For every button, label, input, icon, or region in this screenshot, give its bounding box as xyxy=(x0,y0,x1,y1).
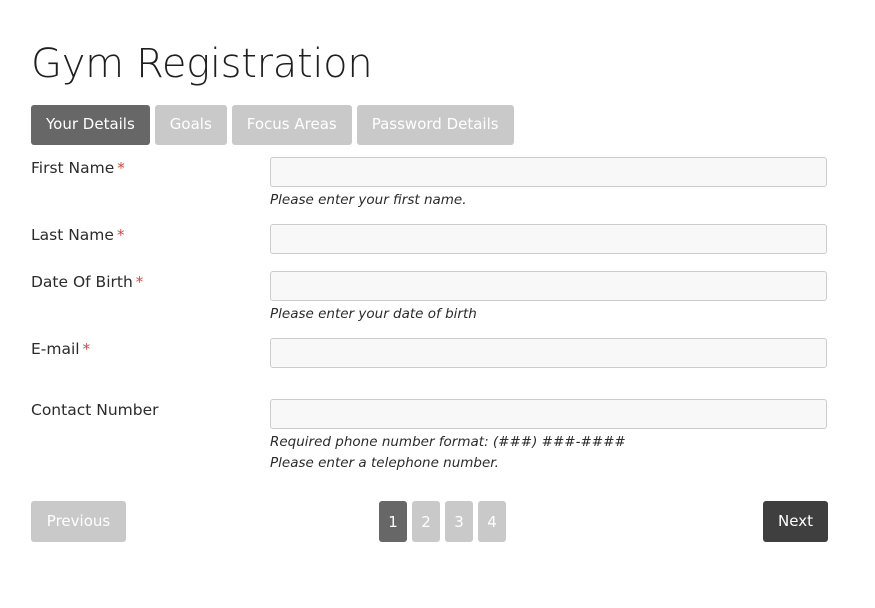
field-help-text: Please enter your date of birth xyxy=(270,306,477,322)
field-label-text: Contact Number xyxy=(31,401,159,419)
page-step-3[interactable]: 3 xyxy=(445,501,473,542)
input-last-name[interactable] xyxy=(270,224,827,254)
page-step-4[interactable]: 4 xyxy=(478,501,506,542)
tab-password-details[interactable]: Password Details xyxy=(356,105,514,145)
field-label: Last Name * xyxy=(31,226,125,244)
field-label-text: Date Of Birth xyxy=(31,273,133,291)
field-label-text: E-mail xyxy=(31,340,80,358)
page-step-2[interactable]: 2 xyxy=(412,501,440,542)
tab-bar: Your Details Goals Focus Areas Password Det… xyxy=(31,105,514,145)
field-help-text: Please enter a telephone number. xyxy=(270,455,499,471)
field-label: E-mail * xyxy=(31,340,91,358)
field-label-text: First Name xyxy=(31,159,115,177)
required-asterisk: * xyxy=(82,340,91,358)
field-label: Date Of Birth * xyxy=(31,273,144,291)
field-help-text: Required phone number format: (###) ###-… xyxy=(270,434,626,450)
wizard-footer: Previous 1234 Next xyxy=(0,498,875,548)
field-label: Contact Number xyxy=(31,401,159,419)
input-first-name[interactable] xyxy=(270,157,827,187)
step-pagination: 1234 xyxy=(379,501,506,542)
tab-goals[interactable]: Goals xyxy=(154,105,227,145)
field-help-text: Please enter your first name. xyxy=(270,192,467,208)
tab-your-details[interactable]: Your Details xyxy=(31,105,150,145)
input-contact-number[interactable] xyxy=(270,399,827,429)
tab-focus-areas[interactable]: Focus Areas xyxy=(231,105,352,145)
required-asterisk: * xyxy=(135,273,144,291)
input-e-mail[interactable] xyxy=(270,338,827,368)
page-title: Gym Registration xyxy=(31,40,373,87)
next-button[interactable]: Next xyxy=(763,501,828,542)
page-step-1[interactable]: 1 xyxy=(379,501,407,542)
previous-button[interactable]: Previous xyxy=(31,501,126,542)
required-asterisk: * xyxy=(117,159,125,177)
registration-page: Gym Registration Your Details Goals Focus … xyxy=(0,0,875,608)
field-label-text: Last Name xyxy=(31,226,114,244)
input-date-of-birth[interactable] xyxy=(270,271,827,301)
required-asterisk: * xyxy=(116,226,125,244)
field-label: First Name * xyxy=(31,159,125,177)
